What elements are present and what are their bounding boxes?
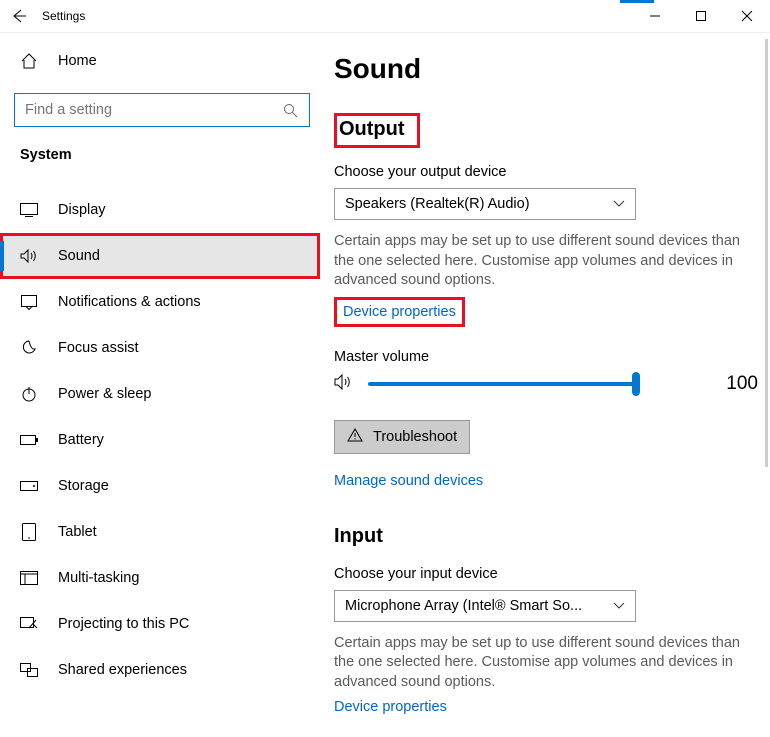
output-device-value: Speakers (Realtek(R) Audio) — [345, 196, 530, 212]
sidebar: Home System Display Sound Notifications … — [0, 33, 320, 737]
multitasking-icon — [20, 569, 38, 587]
sidebar-item-label: Multi-tasking — [58, 570, 139, 586]
search-icon — [281, 101, 299, 119]
output-heading: Output — [339, 118, 405, 141]
speaker-icon[interactable] — [334, 373, 354, 396]
volume-slider[interactable] — [368, 382, 636, 386]
sidebar-item-power-sleep[interactable]: Power & sleep — [0, 371, 320, 417]
output-device-label: Choose your output device — [334, 164, 758, 180]
slider-thumb[interactable] — [632, 372, 640, 396]
storage-icon — [20, 477, 38, 495]
troubleshoot-label: Troubleshoot — [373, 429, 457, 445]
home-label: Home — [58, 53, 97, 69]
sidebar-item-label: Shared experiences — [58, 662, 187, 678]
sidebar-item-storage[interactable]: Storage — [0, 463, 320, 509]
manage-sound-devices-link[interactable]: Manage sound devices — [334, 473, 483, 489]
sidebar-item-label: Power & sleep — [58, 386, 152, 402]
sidebar-item-label: Storage — [58, 478, 109, 494]
accent-indicator — [620, 0, 654, 3]
power-icon — [20, 385, 38, 403]
sidebar-item-notifications[interactable]: Notifications & actions — [0, 279, 320, 325]
maximize-button[interactable] — [678, 0, 724, 32]
input-device-properties-link[interactable]: Device properties — [334, 699, 447, 715]
search-input[interactable] — [25, 102, 281, 118]
battery-icon — [20, 431, 38, 449]
output-device-dropdown[interactable]: Speakers (Realtek(R) Audio) — [334, 188, 636, 220]
titlebar: Settings — [0, 0, 770, 32]
volume-value: 100 — [726, 373, 758, 395]
sidebar-item-label: Focus assist — [58, 340, 139, 356]
input-device-dropdown[interactable]: Microphone Array (Intel® Smart So... — [334, 590, 636, 622]
home-link[interactable]: Home — [0, 41, 320, 81]
minimize-button[interactable] — [632, 0, 678, 32]
back-icon[interactable] — [10, 7, 28, 25]
sidebar-item-display[interactable]: Display — [0, 187, 320, 233]
input-device-label: Choose your input device — [334, 566, 758, 582]
sidebar-item-label: Display — [58, 202, 106, 218]
sidebar-item-label: Sound — [58, 248, 100, 264]
window-title: Settings — [42, 9, 85, 23]
sidebar-item-label: Battery — [58, 432, 104, 448]
sidebar-item-projecting[interactable]: Projecting to this PC — [0, 601, 320, 647]
home-icon — [20, 52, 38, 70]
input-helper-text: Certain apps may be set up to use differ… — [334, 634, 754, 693]
search-box[interactable] — [14, 93, 310, 127]
shared-icon — [20, 661, 38, 679]
projecting-icon — [20, 615, 38, 633]
notifications-icon — [20, 293, 38, 311]
scrollbar[interactable] — [765, 39, 768, 467]
sidebar-item-label: Projecting to this PC — [58, 616, 189, 632]
tablet-icon — [20, 523, 38, 541]
sidebar-item-tablet[interactable]: Tablet — [0, 509, 320, 555]
sidebar-item-shared-experiences[interactable]: Shared experiences — [0, 647, 320, 693]
sidebar-item-label: Tablet — [58, 524, 97, 540]
section-label: System — [0, 147, 320, 163]
sidebar-item-multitasking[interactable]: Multi-tasking — [0, 555, 320, 601]
focus-assist-icon — [20, 339, 38, 357]
master-volume-label: Master volume — [334, 349, 758, 365]
content: Sound Output Choose your output device S… — [320, 33, 770, 737]
warning-icon — [347, 428, 363, 446]
sound-icon — [20, 247, 38, 265]
chevron-down-icon — [613, 196, 625, 212]
page-title: Sound — [334, 53, 758, 85]
sidebar-item-focus-assist[interactable]: Focus assist — [0, 325, 320, 371]
output-device-properties-link[interactable]: Device properties — [343, 304, 456, 320]
output-helper-text: Certain apps may be set up to use differ… — [334, 232, 754, 291]
troubleshoot-button[interactable]: Troubleshoot — [334, 420, 470, 454]
sidebar-item-sound[interactable]: Sound — [0, 233, 320, 279]
display-icon — [20, 201, 38, 219]
sidebar-item-battery[interactable]: Battery — [0, 417, 320, 463]
chevron-down-icon — [613, 598, 625, 614]
sidebar-item-label: Notifications & actions — [58, 294, 201, 310]
close-button[interactable] — [724, 0, 770, 32]
input-device-value: Microphone Array (Intel® Smart So... — [345, 598, 582, 614]
input-heading: Input — [334, 525, 758, 548]
